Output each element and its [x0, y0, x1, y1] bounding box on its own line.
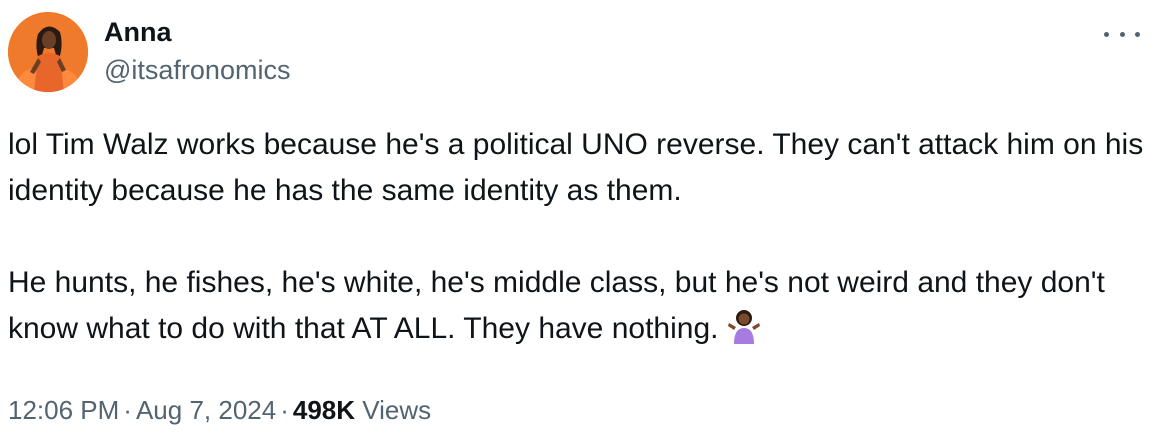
- views-label: Views: [362, 395, 432, 425]
- author-name[interactable]: Anna: [104, 16, 172, 48]
- tweet-paragraph: He hunts, he fishes, he's white, he's mi…: [8, 260, 1148, 352]
- tweet-date: Aug 7, 2024: [135, 395, 277, 425]
- views-count[interactable]: 498K: [293, 395, 355, 425]
- tweet-time: 12:06 PM: [8, 395, 120, 425]
- tweet-card: Anna @itsafronomics lol Tim Walz works b…: [0, 0, 1154, 444]
- author-handle[interactable]: @itsafronomics: [104, 54, 290, 86]
- tweet-paragraph-text: He hunts, he fishes, he's white, he's mi…: [8, 266, 1105, 345]
- person-shrugging-emoji: [726, 308, 762, 344]
- profile-photo-icon: [8, 12, 88, 92]
- tweet-timestamp-link[interactable]: 12:06 PM · Aug 7, 2024: [8, 395, 276, 425]
- more-options-button[interactable]: [1104, 22, 1140, 46]
- meta-separator: ·: [123, 395, 132, 425]
- ellipsis-icon: [1119, 31, 1125, 37]
- meta-separator: ·: [280, 395, 289, 425]
- avatar[interactable]: [8, 12, 88, 92]
- tweet-paragraph: lol Tim Walz works because he's a politi…: [8, 128, 1144, 207]
- ellipsis-icon: [1104, 31, 1109, 37]
- tweet-meta: 12:06 PM · Aug 7, 2024 · 498K Views: [8, 394, 431, 426]
- ellipsis-icon: [1135, 31, 1140, 37]
- tweet-text: lol Tim Walz works because he's a politi…: [8, 122, 1148, 352]
